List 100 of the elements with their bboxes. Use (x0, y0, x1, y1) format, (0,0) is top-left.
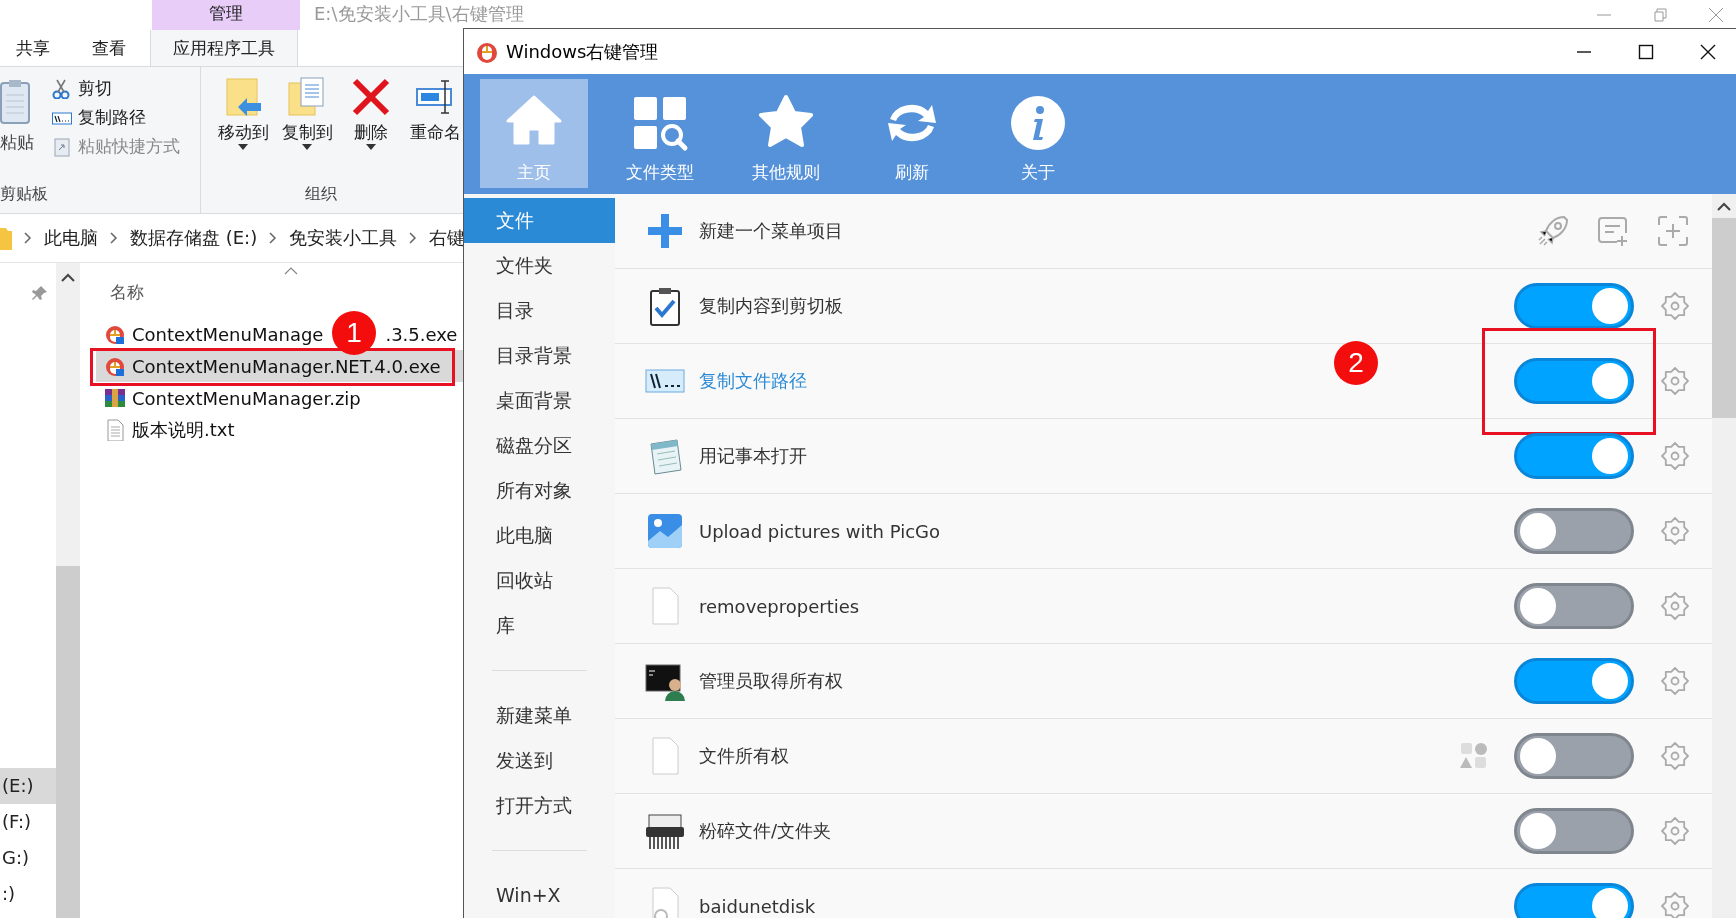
item-label: 用记事本打开 (699, 444, 807, 468)
text-file-icon (104, 419, 126, 441)
file-item[interactable]: 版本说明.txt (96, 414, 463, 446)
item-label: 管理员取得所有权 (699, 669, 843, 693)
nav-item[interactable]: 库 (464, 603, 615, 648)
nav-item[interactable]: 此电脑 (464, 513, 615, 558)
file-name[interactable]: .3.5.exe (385, 323, 458, 345)
restore-icon[interactable] (1652, 7, 1668, 23)
add-note-icon[interactable] (1596, 214, 1630, 248)
info-icon (1008, 93, 1068, 153)
item-label: 复制内容到剪切板 (699, 294, 843, 318)
settings-icon[interactable] (1660, 441, 1690, 471)
ribbon-button[interactable]: 删除 (343, 77, 399, 179)
clipboard-icon[interactable] (0, 79, 30, 125)
ribbon-tab[interactable]: 共享 (6, 30, 60, 66)
ribbon-button[interactable]: 重命名 (407, 77, 463, 179)
nav-item[interactable]: 回收站 (464, 558, 615, 603)
archive-icon (104, 387, 126, 409)
settings-icon[interactable] (1660, 741, 1690, 771)
breadcrumb-item[interactable]: 免安装小工具 (289, 226, 398, 250)
ribbon-button[interactable]: 复制到 (279, 77, 335, 179)
breadcrumb-item[interactable]: 此电脑 (44, 226, 98, 250)
image-icon (645, 511, 685, 551)
ribbon-button[interactable]: 复制路径 (52, 106, 180, 129)
ribbon-button[interactable]: 剪切 (52, 77, 180, 100)
toggle-switch[interactable] (1514, 582, 1634, 629)
toggle-switch[interactable] (1514, 432, 1634, 479)
window-title: E:\免安装小工具\右键管理 (314, 2, 524, 26)
nav-item[interactable]: 目录 (464, 288, 615, 333)
add-icon[interactable] (1656, 214, 1690, 248)
toggle-switch[interactable] (1514, 882, 1634, 918)
close-icon[interactable] (1700, 43, 1716, 60)
app-icon (104, 355, 126, 377)
sort-icon (284, 267, 298, 275)
chevron-icon[interactable] (269, 232, 278, 244)
nav-item[interactable]: 磁盘分区 (464, 423, 615, 468)
nav-item[interactable]: 所有对象 (464, 468, 615, 513)
nav-item[interactable]: 桌面背景 (464, 378, 615, 423)
item-label: 文件所有权 (699, 744, 789, 768)
settings-icon[interactable] (1660, 291, 1690, 321)
pin-icon[interactable] (32, 285, 48, 301)
item-label: 复制文件路径 (699, 369, 807, 393)
scroll-up-icon[interactable] (61, 273, 75, 283)
toggle-switch[interactable] (1514, 507, 1634, 554)
chevron-icon[interactable] (110, 232, 118, 244)
item-label: 新建一个菜单项目 (699, 219, 843, 243)
group-label: 剪贴板 (0, 183, 49, 205)
settings-icon[interactable] (1660, 591, 1690, 621)
nav-item[interactable]: 目录背景 (464, 333, 615, 378)
nav-item[interactable]: 发送到 (464, 738, 615, 783)
chevron-icon[interactable] (24, 232, 32, 244)
app-icon (104, 323, 126, 345)
maximize-icon[interactable] (1638, 43, 1654, 60)
ribbon-tab[interactable]: 应用程序工具 (150, 30, 298, 66)
plus-icon (645, 211, 685, 251)
nav-item[interactable]: (F:) (0, 804, 56, 840)
scrollbar-thumb[interactable] (1712, 218, 1736, 418)
item-label: removeproperties (699, 595, 860, 617)
nav-item[interactable]: 文件 (464, 198, 615, 243)
nav-item[interactable]: (E:) (0, 768, 56, 804)
ribbon-button[interactable]: 移动到 (215, 77, 271, 179)
nav-item[interactable]: G:) (0, 840, 56, 876)
file-name[interactable]: ContextMenuManage (132, 323, 324, 345)
scroll-up-icon[interactable] (1717, 202, 1731, 212)
nav-item[interactable]: 文件夹 (464, 243, 615, 288)
ribbon-context-tab[interactable]: 管理 (152, 0, 300, 30)
toggle-switch[interactable] (1514, 657, 1634, 704)
settings-icon[interactable] (1660, 366, 1690, 396)
column-header[interactable]: 名称 (110, 281, 144, 304)
item-label: 粉碎文件/文件夹 (699, 819, 832, 843)
settings-icon[interactable] (1660, 816, 1690, 846)
breadcrumb-item[interactable]: 右键 (429, 226, 466, 250)
nav-item[interactable]: :) (0, 876, 56, 912)
step-badge: 1 (332, 311, 376, 355)
item-label: Upload pictures with PicGo (699, 520, 940, 542)
nav-item[interactable]: 打开方式 (464, 783, 615, 828)
move-folder-icon (223, 77, 263, 117)
rocket-icon[interactable] (1536, 214, 1570, 248)
scissors-icon (52, 78, 72, 99)
nav-item[interactable]: Win+X (464, 873, 615, 918)
nav-item[interactable]: 新建菜单 (464, 693, 615, 738)
file-item[interactable]: ContextMenuManager.zip (96, 382, 463, 414)
window-title: Windows右键管理 (506, 39, 659, 64)
rename-icon (415, 77, 455, 117)
settings-icon[interactable] (1660, 666, 1690, 696)
folder-icon (0, 226, 12, 250)
paste-label[interactable]: 粘贴 (0, 131, 34, 154)
shapes-icon[interactable] (1460, 742, 1488, 770)
group-label: 组织 (304, 183, 338, 205)
ribbon-tab[interactable]: 查看 (82, 30, 136, 66)
toggle-switch[interactable] (1514, 807, 1634, 854)
breadcrumb-item[interactable]: 数据存储盘 (E:) (130, 226, 258, 250)
copy-folder-icon (287, 77, 327, 117)
chevron-icon[interactable] (409, 232, 418, 244)
settings-icon[interactable] (1660, 516, 1690, 546)
toggle-switch[interactable] (1514, 732, 1634, 779)
scrollbar-thumb[interactable] (56, 566, 80, 918)
toggle-switch[interactable] (1514, 282, 1634, 329)
settings-icon[interactable] (1660, 891, 1690, 918)
toggle-switch[interactable] (1514, 357, 1634, 404)
